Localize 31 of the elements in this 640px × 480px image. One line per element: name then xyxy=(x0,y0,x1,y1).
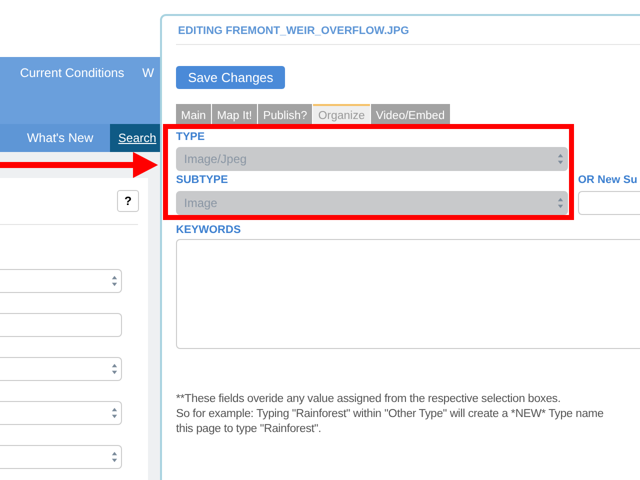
sort-arrows-icon xyxy=(111,407,118,419)
select-field[interactable] xyxy=(0,269,122,293)
field-label: KEYWORDS xyxy=(176,224,241,237)
save-button[interactable]: Save Changes xyxy=(176,66,286,89)
note-text: this page to type "Rainforest". xyxy=(176,422,322,437)
keywords-field[interactable] xyxy=(176,239,640,349)
tab[interactable]: Main xyxy=(176,104,211,125)
help-button[interactable]: ? xyxy=(117,190,139,212)
input-field[interactable] xyxy=(0,313,122,337)
tab[interactable]: Organize xyxy=(313,104,370,125)
select-field[interactable] xyxy=(0,401,122,425)
select-field[interactable] xyxy=(0,357,122,381)
field-label: SUBTYPE xyxy=(176,174,228,187)
select-field[interactable] xyxy=(0,445,122,469)
tab[interactable]: Publish? xyxy=(258,104,312,125)
field-label: OR New Su xyxy=(578,174,638,187)
input-field[interactable] xyxy=(578,191,640,215)
sort-arrows-icon xyxy=(111,363,118,375)
nav-link[interactable]: Current Conditions xyxy=(20,66,124,80)
sort-arrows-icon xyxy=(111,451,118,463)
note-text: **These fields overide any value assigned from the respective selection boxes. xyxy=(176,392,562,407)
dialog-title: EDITING FREMONT_WEIR_OVERFLOW.JPG xyxy=(176,16,640,45)
note-text: So for example: Typing "Rainforest" within "Other Type" will create a *NEW* Type name xyxy=(176,407,605,422)
tab[interactable]: Map It! xyxy=(212,104,258,125)
tab[interactable]: Video/Embed xyxy=(370,104,450,125)
field-label: TYPE xyxy=(176,131,205,144)
nav-link[interactable]: W xyxy=(142,66,154,80)
nav-tab[interactable]: What's New xyxy=(27,124,94,152)
sort-arrows-icon xyxy=(111,275,118,287)
sort-arrows-icon xyxy=(557,197,564,209)
sort-arrows-icon xyxy=(557,153,564,165)
